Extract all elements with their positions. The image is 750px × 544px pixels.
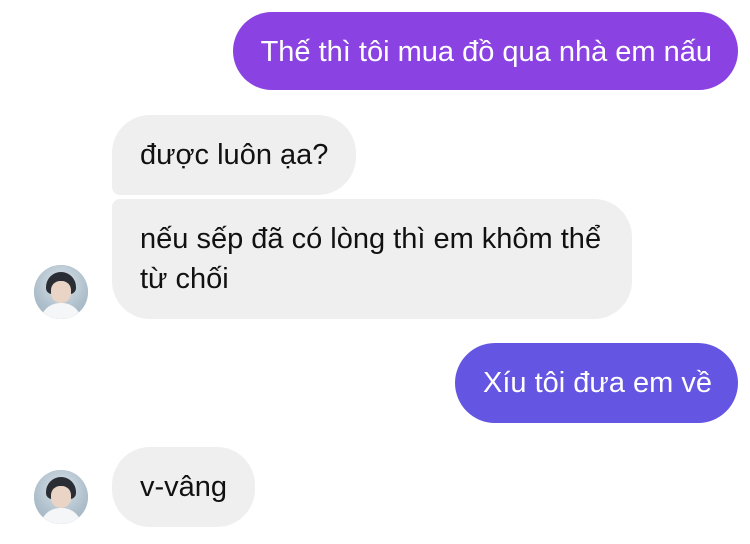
- sent-message-bubble[interactable]: Thế thì tôi mua đồ qua nhà em nấu: [232, 12, 738, 90]
- contact-avatar[interactable]: [34, 265, 88, 319]
- message-text: nếu sếp đã có lòng thì em khôm thể từ ch…: [140, 223, 602, 295]
- sent-message-bubble[interactable]: Xíu tôi đưa em về: [455, 343, 738, 423]
- received-message-bubble[interactable]: nếu sếp đã có lòng thì em khôm thể từ ch…: [112, 199, 632, 319]
- message-text: được luôn ạa?: [140, 139, 329, 171]
- received-message-bubble[interactable]: v-vâng: [112, 447, 256, 527]
- received-message-bubble[interactable]: được luôn ạa?: [112, 115, 357, 195]
- contact-avatar[interactable]: [34, 470, 88, 524]
- message-text: Thế thì tôi mua đồ qua nhà em nấu: [260, 36, 712, 68]
- message-text: Xíu tôi đưa em về: [483, 367, 712, 399]
- message-text: v-vâng: [140, 471, 228, 503]
